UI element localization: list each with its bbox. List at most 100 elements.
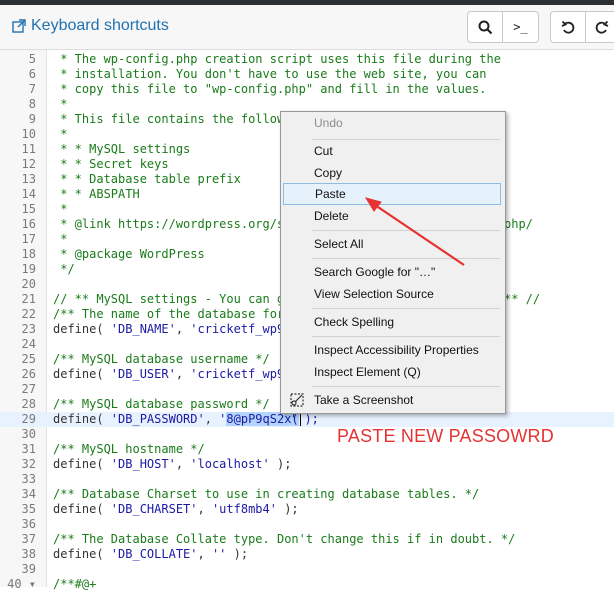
line-number: 33: [21, 472, 36, 486]
menu-item-inspect-accessibility[interactable]: Inspect Accessibility Properties: [283, 339, 501, 361]
code-text: * @package WordPress: [53, 247, 205, 261]
line-number: 37: [21, 532, 36, 546]
menu-item-cut[interactable]: Cut: [283, 140, 501, 162]
code-text: define( 'DB_USER', 'cricketf_wp94: [53, 367, 292, 381]
redo-button[interactable]: [586, 11, 614, 43]
menu-item-inspect-element[interactable]: Inspect Element (Q): [283, 361, 501, 383]
code-line[interactable]: 32 define( 'DB_HOST', 'localhost' );: [0, 457, 614, 472]
line-number: 22: [21, 307, 36, 321]
code-text: *: [53, 202, 68, 216]
code-line[interactable]: 6 * installation. You don't have to use …: [0, 67, 614, 82]
code-text: /** The name of the database for: [53, 307, 285, 321]
menu-item-paste[interactable]: Paste: [283, 183, 501, 205]
menu-item-undo[interactable]: Undo: [283, 112, 501, 134]
menu-item-view-selection-source[interactable]: View Selection Source: [283, 283, 501, 305]
menu-item-delete[interactable]: Delete: [283, 205, 501, 227]
code-text: *: [53, 97, 68, 111]
code-text: define( 'DB_CHARSET', 'utf8mb4' );: [53, 502, 299, 516]
line-number: 31: [21, 442, 36, 456]
line-number: 12: [21, 157, 36, 171]
line-number: 17: [21, 232, 36, 246]
line-number: 10: [21, 127, 36, 141]
line-number: 5: [28, 52, 36, 66]
menu-item-take-screenshot[interactable]: Take a Screenshot: [283, 389, 501, 411]
code-text: * @link https://wordpress.org/su: [53, 217, 292, 231]
redo-icon: [595, 20, 609, 34]
menu-item-search-google[interactable]: Search Google for "…": [283, 261, 501, 283]
code-text: /** The Database Collate type. Don't cha…: [53, 532, 516, 546]
code-line[interactable]: 38 define( 'DB_COLLATE', '' );: [0, 547, 614, 562]
menu-separator: [312, 386, 500, 387]
line-number: 13: [21, 172, 36, 186]
line-number: 16: [21, 217, 36, 231]
line-number: 11: [21, 142, 36, 156]
code-line[interactable]: 40 ▾ /**#@+: [0, 577, 614, 592]
code-line[interactable]: 34 /** Database Charset to use in creatin…: [0, 487, 614, 502]
line-number: 20: [21, 277, 36, 291]
code-line[interactable]: 7 * copy this file to "wp-config.php" an…: [0, 82, 614, 97]
line-number: 14: [21, 187, 36, 201]
line-number: 36: [21, 517, 36, 531]
code-line[interactable]: 39: [0, 562, 614, 577]
code-text: /** Database Charset to use in creating …: [53, 487, 480, 501]
line-number: 18: [21, 247, 36, 261]
code-text: */: [53, 262, 75, 276]
code-text: * * Database table prefix: [53, 172, 241, 186]
line-number: 9: [28, 112, 36, 126]
context-menu: Undo Cut Copy Paste Delete Select All Se…: [280, 111, 506, 414]
line-number: 38: [21, 547, 36, 561]
line-number: 6: [28, 67, 36, 81]
editor-toolbar: Keyboard shortcuts >_: [0, 5, 614, 50]
search-button[interactable]: [467, 11, 503, 43]
code-text: define( 'DB_NAME', 'cricketf_wp94: [53, 322, 292, 336]
code-text: *: [53, 232, 68, 246]
line-number: 7: [28, 82, 36, 96]
keyboard-shortcuts-link[interactable]: Keyboard shortcuts: [12, 17, 169, 35]
menu-item-copy[interactable]: Copy: [283, 162, 501, 184]
line-number: 8: [28, 97, 36, 111]
code-text: define( 'DB_COLLATE', '' );: [53, 547, 249, 561]
line-number: 40 ▾: [7, 577, 36, 591]
line-number: 28: [21, 397, 36, 411]
line-number: 15: [21, 202, 36, 216]
menu-separator: [312, 308, 500, 309]
code-text: // ** MySQL settings - You can ge: [53, 292, 292, 306]
code-text: * installation. You don't have to use th…: [53, 67, 487, 81]
code-line[interactable]: 35 define( 'DB_CHARSET', 'utf8mb4' );: [0, 502, 614, 517]
menu-item-select-all[interactable]: Select All: [283, 233, 501, 255]
code-line[interactable]: 36: [0, 517, 614, 532]
code-line[interactable]: 37 /** The Database Collate type. Don't c…: [0, 532, 614, 547]
terminal-button[interactable]: >_: [503, 11, 539, 43]
code-line[interactable]: 29 define( 'DB_PASSWORD', '8@pP9qS2x(' );: [0, 412, 614, 427]
menu-separator: [312, 336, 500, 337]
code-text: * * Secret keys: [53, 157, 169, 171]
code-text: define( 'DB_HOST', 'localhost' );: [53, 457, 292, 471]
keyboard-shortcuts-label: Keyboard shortcuts: [31, 17, 169, 34]
line-number: 34: [21, 487, 36, 501]
line-number: 29: [21, 412, 36, 426]
line-number: 30: [21, 427, 36, 441]
code-text-tail: ** //: [504, 292, 541, 306]
menu-separator: [312, 230, 500, 231]
search-icon: [478, 20, 492, 34]
code-text: /** MySQL database password */: [53, 397, 270, 411]
code-text: * The wp-config.php creation script uses…: [53, 52, 501, 66]
annotation-text: PASTE NEW PASSOWRD: [337, 426, 554, 446]
line-number: 23: [21, 322, 36, 336]
undo-icon: [561, 20, 574, 34]
code-line[interactable]: 8 *: [0, 97, 614, 112]
line-number: 26: [21, 367, 36, 381]
undo-button[interactable]: [550, 11, 586, 43]
code-text-tail: ' );: [290, 412, 319, 426]
code-text: * This file contains the followi: [53, 112, 292, 126]
code-line[interactable]: 33: [0, 472, 614, 487]
code-text: * * ABSPATH: [53, 187, 140, 201]
line-number: 39: [21, 562, 36, 576]
terminal-icon: >_: [513, 20, 528, 34]
code-text: /**#@+: [53, 577, 97, 591]
code-line[interactable]: 5 * The wp-config.php creation script us…: [0, 52, 614, 67]
selected-password-text: 8@pP9qS2x(: [226, 412, 299, 426]
code-text: * * MySQL settings: [53, 142, 191, 156]
line-number: 35: [21, 502, 36, 516]
menu-item-check-spelling[interactable]: Check Spelling: [283, 311, 501, 333]
